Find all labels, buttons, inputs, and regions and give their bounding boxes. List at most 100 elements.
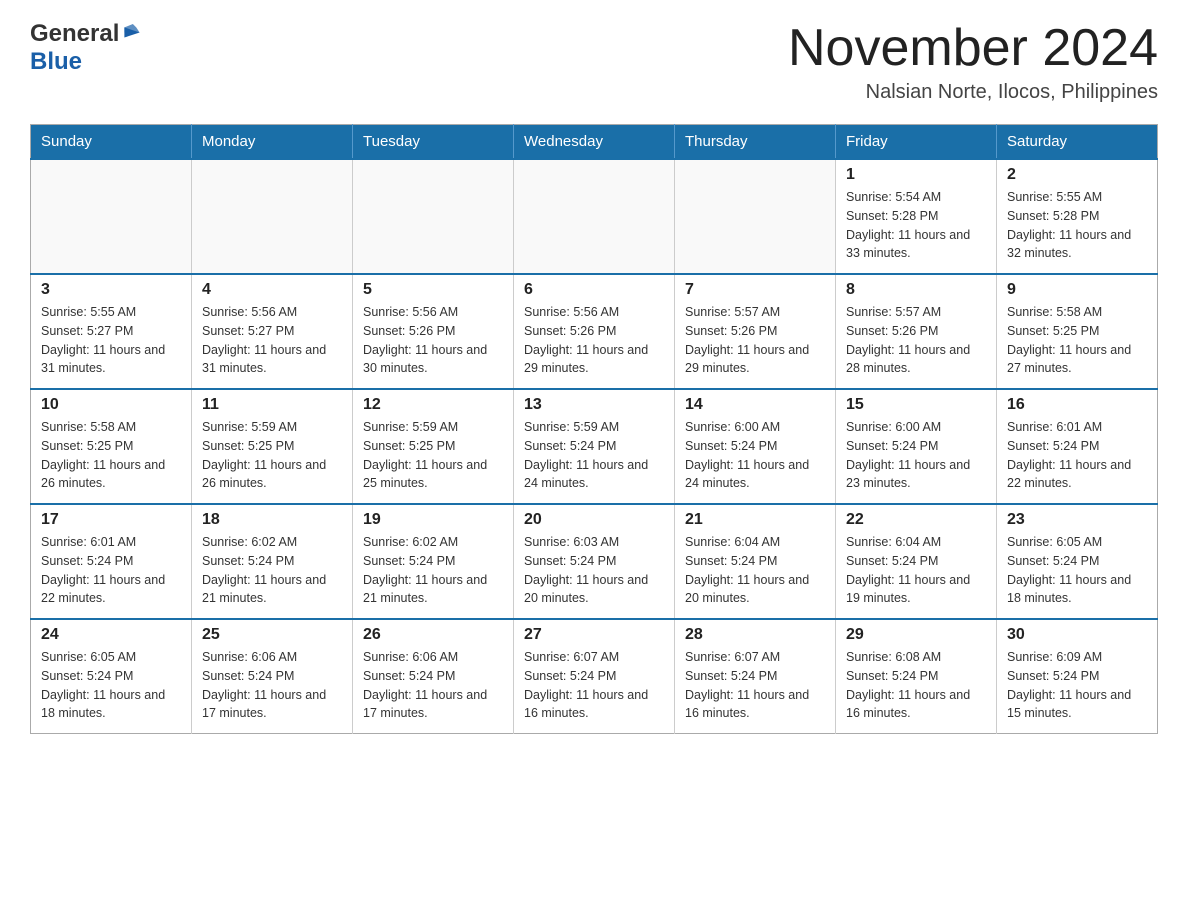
day-info: Sunrise: 5:55 AMSunset: 5:27 PMDaylight:… bbox=[41, 303, 181, 378]
day-info: Sunrise: 5:56 AMSunset: 5:26 PMDaylight:… bbox=[363, 303, 503, 378]
page-header: General Blue November 2024 Nalsian Norte… bbox=[30, 20, 1158, 104]
day-info: Sunrise: 5:58 AMSunset: 5:25 PMDaylight:… bbox=[1007, 303, 1147, 378]
day-info: Sunrise: 6:02 AMSunset: 5:24 PMDaylight:… bbox=[202, 533, 342, 608]
day-number: 8 bbox=[846, 281, 986, 299]
day-number: 16 bbox=[1007, 396, 1147, 414]
day-number: 5 bbox=[363, 281, 503, 299]
calendar-header-tuesday: Tuesday bbox=[353, 125, 514, 160]
day-number: 9 bbox=[1007, 281, 1147, 299]
day-number: 25 bbox=[202, 626, 342, 644]
calendar-day-cell: 24 Sunrise: 6:05 AMSunset: 5:24 PMDayligh… bbox=[31, 619, 192, 734]
day-number: 10 bbox=[41, 396, 181, 414]
day-number: 6 bbox=[524, 281, 664, 299]
day-number: 18 bbox=[202, 511, 342, 529]
day-info: Sunrise: 5:59 AMSunset: 5:25 PMDaylight:… bbox=[363, 418, 503, 493]
day-number: 20 bbox=[524, 511, 664, 529]
day-info: Sunrise: 6:07 AMSunset: 5:24 PMDaylight:… bbox=[524, 648, 664, 723]
day-info: Sunrise: 6:01 AMSunset: 5:24 PMDaylight:… bbox=[41, 533, 181, 608]
day-info: Sunrise: 6:00 AMSunset: 5:24 PMDaylight:… bbox=[685, 418, 825, 493]
calendar-day-cell: 9 Sunrise: 5:58 AMSunset: 5:25 PMDaylight… bbox=[997, 274, 1158, 389]
calendar-day-cell bbox=[192, 159, 353, 274]
calendar-week-row: 17 Sunrise: 6:01 AMSunset: 5:24 PMDayligh… bbox=[31, 504, 1158, 619]
calendar-week-row: 3 Sunrise: 5:55 AMSunset: 5:27 PMDaylight… bbox=[31, 274, 1158, 389]
day-info: Sunrise: 5:58 AMSunset: 5:25 PMDaylight:… bbox=[41, 418, 181, 493]
calendar-header-thursday: Thursday bbox=[675, 125, 836, 160]
calendar-header-saturday: Saturday bbox=[997, 125, 1158, 160]
day-info: Sunrise: 6:05 AMSunset: 5:24 PMDaylight:… bbox=[41, 648, 181, 723]
calendar-day-cell: 15Sunrise: 6:00 AMSunset: 5:24 PMDayligh… bbox=[836, 389, 997, 504]
day-number: 2 bbox=[1007, 166, 1147, 184]
month-title: November 2024 bbox=[788, 20, 1158, 77]
day-info: Sunrise: 6:04 AMSunset: 5:24 PMDaylight:… bbox=[846, 533, 986, 608]
day-number: 3 bbox=[41, 281, 181, 299]
calendar-week-row: 10 Sunrise: 5:58 AMSunset: 5:25 PMDayligh… bbox=[31, 389, 1158, 504]
calendar-header-monday: Monday bbox=[192, 125, 353, 160]
day-number: 4 bbox=[202, 281, 342, 299]
day-number: 23 bbox=[1007, 511, 1147, 529]
calendar-day-cell: 20 Sunrise: 6:03 AMSunset: 5:24 PMDayligh… bbox=[514, 504, 675, 619]
day-info: Sunrise: 6:09 AMSunset: 5:24 PMDaylight:… bbox=[1007, 648, 1147, 723]
day-number: 24 bbox=[41, 626, 181, 644]
day-info: Sunrise: 5:57 AMSunset: 5:26 PMDaylight:… bbox=[846, 303, 986, 378]
day-info: Sunrise: 5:56 AMSunset: 5:27 PMDaylight:… bbox=[202, 303, 342, 378]
calendar-day-cell: 11 Sunrise: 5:59 AMSunset: 5:25 PMDayligh… bbox=[192, 389, 353, 504]
day-info: Sunrise: 5:56 AMSunset: 5:26 PMDaylight:… bbox=[524, 303, 664, 378]
day-info: Sunrise: 6:03 AMSunset: 5:24 PMDaylight:… bbox=[524, 533, 664, 608]
calendar-day-cell: 18 Sunrise: 6:02 AMSunset: 5:24 PMDayligh… bbox=[192, 504, 353, 619]
day-number: 11 bbox=[202, 396, 342, 414]
day-number: 17 bbox=[41, 511, 181, 529]
calendar-day-cell bbox=[31, 159, 192, 274]
day-info: Sunrise: 5:57 AMSunset: 5:26 PMDaylight:… bbox=[685, 303, 825, 378]
day-info: Sunrise: 6:01 AMSunset: 5:24 PMDaylight:… bbox=[1007, 418, 1147, 493]
calendar-day-cell: 1Sunrise: 5:54 AMSunset: 5:28 PMDaylight… bbox=[836, 159, 997, 274]
day-info: Sunrise: 6:04 AMSunset: 5:24 PMDaylight:… bbox=[685, 533, 825, 608]
calendar-day-cell: 21 Sunrise: 6:04 AMSunset: 5:24 PMDayligh… bbox=[675, 504, 836, 619]
calendar-header-friday: Friday bbox=[836, 125, 997, 160]
day-info: Sunrise: 5:59 AMSunset: 5:25 PMDaylight:… bbox=[202, 418, 342, 493]
day-number: 7 bbox=[685, 281, 825, 299]
calendar-week-row: 1Sunrise: 5:54 AMSunset: 5:28 PMDaylight… bbox=[31, 159, 1158, 274]
day-info: Sunrise: 6:08 AMSunset: 5:24 PMDaylight:… bbox=[846, 648, 986, 723]
day-number: 21 bbox=[685, 511, 825, 529]
calendar-day-cell: 22Sunrise: 6:04 AMSunset: 5:24 PMDayligh… bbox=[836, 504, 997, 619]
day-number: 29 bbox=[846, 626, 986, 644]
day-number: 28 bbox=[685, 626, 825, 644]
calendar-day-cell bbox=[353, 159, 514, 274]
day-number: 12 bbox=[363, 396, 503, 414]
calendar-day-cell: 8 Sunrise: 5:57 AMSunset: 5:26 PMDaylight… bbox=[836, 274, 997, 389]
logo: General Blue bbox=[30, 20, 143, 76]
day-info: Sunrise: 5:55 AMSunset: 5:28 PMDaylight:… bbox=[1007, 188, 1147, 263]
calendar-day-cell: 23Sunrise: 6:05 AMSunset: 5:24 PMDayligh… bbox=[997, 504, 1158, 619]
calendar-day-cell: 27 Sunrise: 6:07 AMSunset: 5:24 PMDayligh… bbox=[514, 619, 675, 734]
calendar-week-row: 24 Sunrise: 6:05 AMSunset: 5:24 PMDayligh… bbox=[31, 619, 1158, 734]
logo-blue-text: Blue bbox=[30, 48, 82, 75]
calendar-day-cell: 3 Sunrise: 5:55 AMSunset: 5:27 PMDaylight… bbox=[31, 274, 192, 389]
calendar-day-cell: 13 Sunrise: 5:59 AMSunset: 5:24 PMDayligh… bbox=[514, 389, 675, 504]
day-number: 14 bbox=[685, 396, 825, 414]
day-number: 26 bbox=[363, 626, 503, 644]
day-number: 13 bbox=[524, 396, 664, 414]
day-number: 27 bbox=[524, 626, 664, 644]
day-info: Sunrise: 6:06 AMSunset: 5:24 PMDaylight:… bbox=[363, 648, 503, 723]
day-info: Sunrise: 6:00 AMSunset: 5:24 PMDaylight:… bbox=[846, 418, 986, 493]
day-info: Sunrise: 6:06 AMSunset: 5:24 PMDaylight:… bbox=[202, 648, 342, 723]
calendar-day-cell: 17 Sunrise: 6:01 AMSunset: 5:24 PMDayligh… bbox=[31, 504, 192, 619]
calendar-day-cell: 12 Sunrise: 5:59 AMSunset: 5:25 PMDayligh… bbox=[353, 389, 514, 504]
day-info: Sunrise: 5:59 AMSunset: 5:24 PMDaylight:… bbox=[524, 418, 664, 493]
calendar-day-cell: 7 Sunrise: 5:57 AMSunset: 5:26 PMDaylight… bbox=[675, 274, 836, 389]
day-number: 19 bbox=[363, 511, 503, 529]
calendar-day-cell: 5 Sunrise: 5:56 AMSunset: 5:26 PMDaylight… bbox=[353, 274, 514, 389]
calendar-day-cell: 26 Sunrise: 6:06 AMSunset: 5:24 PMDayligh… bbox=[353, 619, 514, 734]
calendar-day-cell: 29 Sunrise: 6:08 AMSunset: 5:24 PMDayligh… bbox=[836, 619, 997, 734]
calendar-day-cell: 4 Sunrise: 5:56 AMSunset: 5:27 PMDaylight… bbox=[192, 274, 353, 389]
location-title: Nalsian Norte, Ilocos, Philippines bbox=[788, 81, 1158, 104]
calendar-day-cell bbox=[514, 159, 675, 274]
day-info: Sunrise: 6:07 AMSunset: 5:24 PMDaylight:… bbox=[685, 648, 825, 723]
day-number: 30 bbox=[1007, 626, 1147, 644]
calendar-header-wednesday: Wednesday bbox=[514, 125, 675, 160]
calendar-day-cell: 25 Sunrise: 6:06 AMSunset: 5:24 PMDayligh… bbox=[192, 619, 353, 734]
calendar-day-cell bbox=[675, 159, 836, 274]
calendar-day-cell: 16 Sunrise: 6:01 AMSunset: 5:24 PMDayligh… bbox=[997, 389, 1158, 504]
title-block: November 2024 Nalsian Norte, Ilocos, Phi… bbox=[788, 20, 1158, 104]
calendar-table: SundayMondayTuesdayWednesdayThursdayFrid… bbox=[30, 124, 1158, 734]
